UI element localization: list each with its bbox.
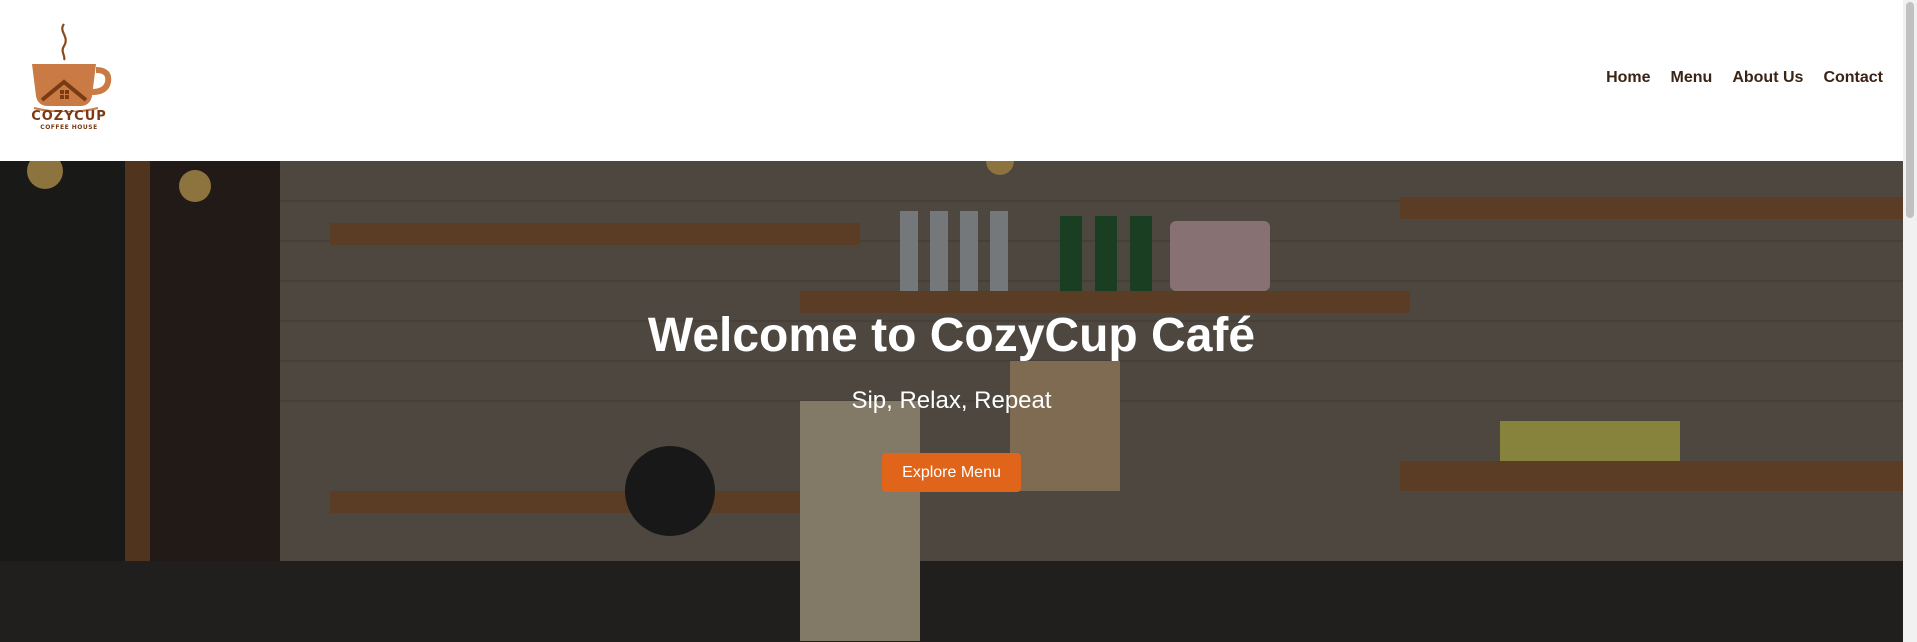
nav-home-link[interactable]: Home [1606, 68, 1650, 88]
hero-section: Welcome to CozyCup Café Sip, Relax, Repe… [0, 161, 1903, 642]
scrollbar-thumb[interactable] [1906, 2, 1914, 218]
nav-about-link[interactable]: About Us [1732, 68, 1803, 88]
brand-tagline: COFFEE HOUSE [40, 124, 98, 131]
hero-subtitle: Sip, Relax, Repeat [851, 387, 1052, 414]
explore-menu-button[interactable]: Explore Menu [882, 453, 1021, 492]
hero-title: Welcome to CozyCup Café [647, 309, 1256, 362]
site-header: COZYCUP COFFEE HOUSE Home Menu About Us … [0, 0, 1903, 162]
brand-logo[interactable]: COZYCUP COFFEE HOUSE [26, 20, 112, 136]
nav-menu-link[interactable]: Menu [1671, 68, 1713, 88]
nav-contact-link[interactable]: Contact [1823, 68, 1883, 88]
brand-name: COZYCUP [31, 109, 107, 124]
main-nav: Home Menu About Us Contact [1606, 68, 1883, 88]
coffee-cup-house-icon [32, 23, 112, 112]
page-scrollbar[interactable] [1903, 0, 1917, 642]
